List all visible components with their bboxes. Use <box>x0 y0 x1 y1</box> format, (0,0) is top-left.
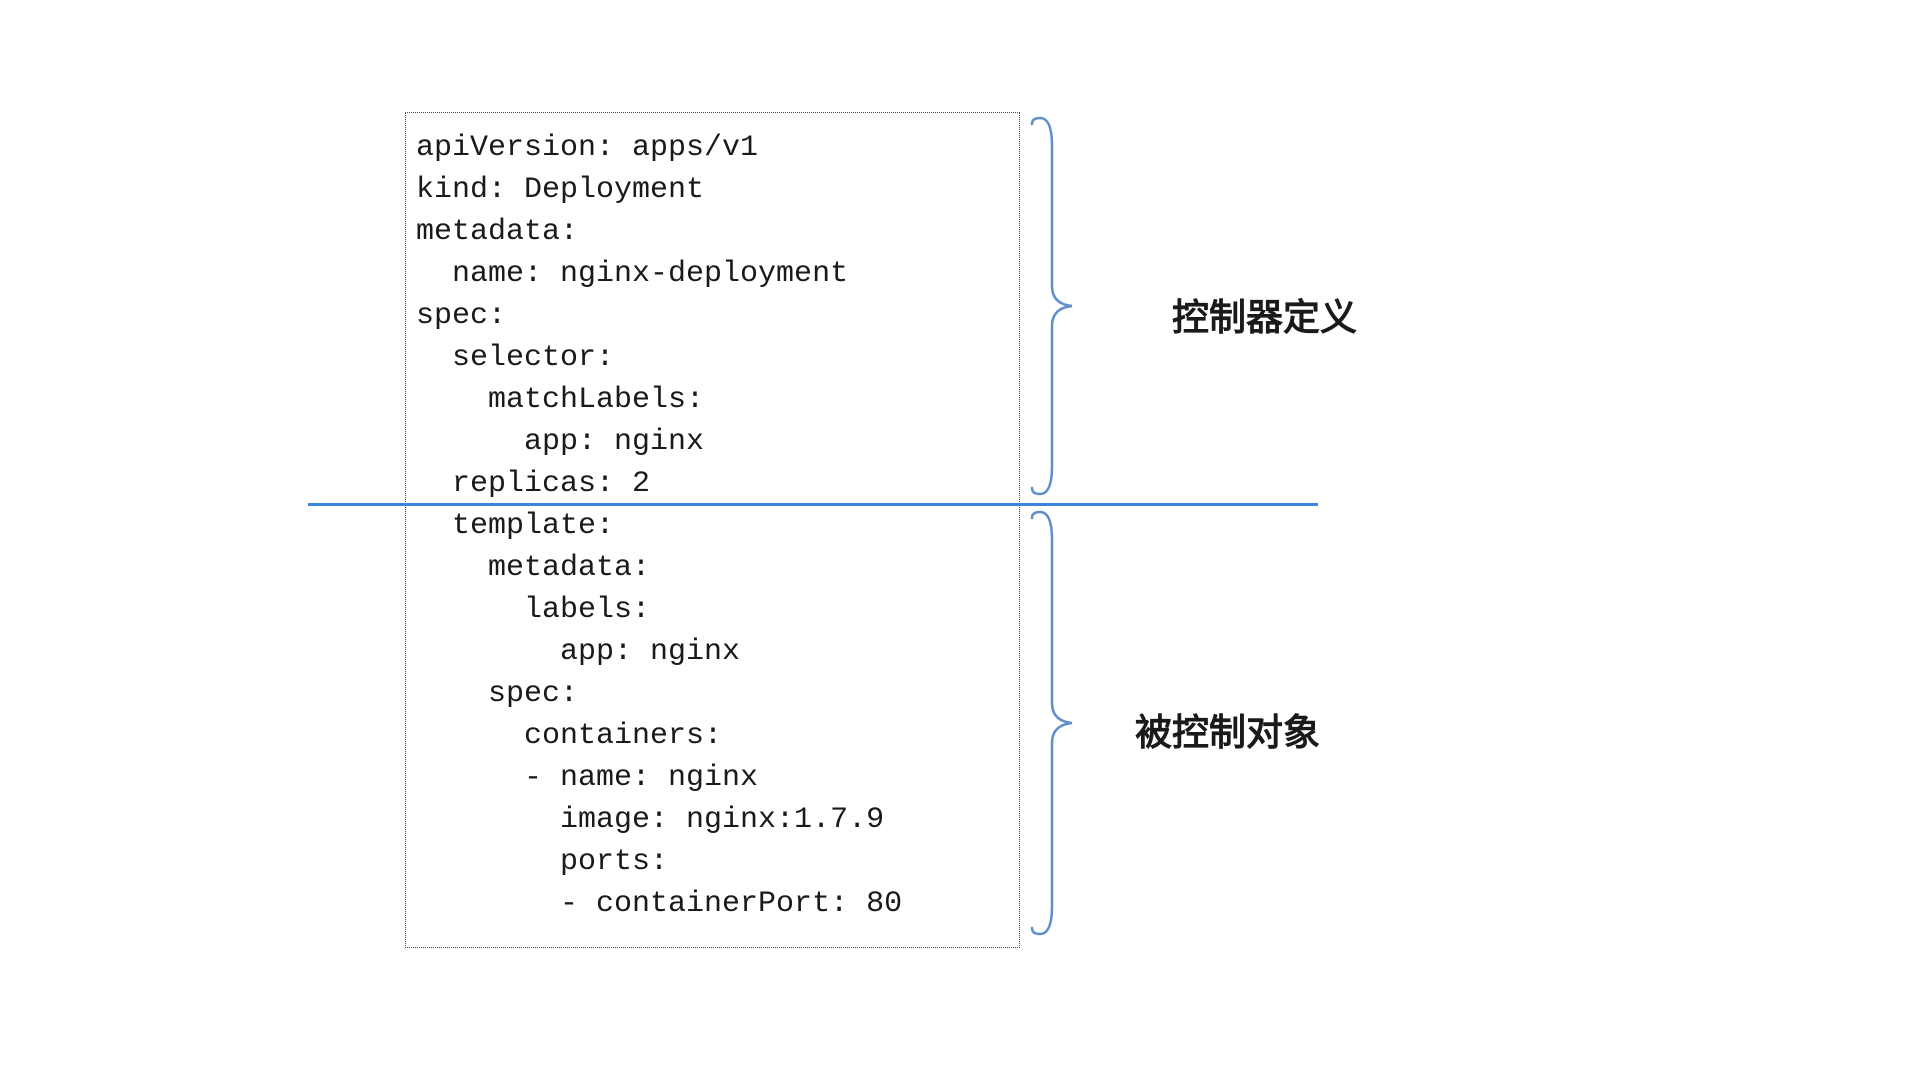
code-line: labels: <box>416 593 650 627</box>
code-line: ports: <box>416 845 668 879</box>
yaml-code-block: apiVersion: apps/v1 kind: Deployment met… <box>405 112 1020 948</box>
code-line: kind: Deployment <box>416 173 704 207</box>
code-line: - containerPort: 80 <box>416 887 902 921</box>
label-controlled-object: 被控制对象 <box>1135 702 1320 756</box>
code-line: name: nginx-deployment <box>416 257 848 291</box>
code-line: replicas: 2 <box>416 467 650 501</box>
code-line: selector: <box>416 341 614 375</box>
code-line: app: nginx <box>416 425 704 459</box>
code-line: metadata: <box>416 551 650 585</box>
code-line: image: nginx:1.7.9 <box>416 803 884 837</box>
brace-bottom-icon <box>1030 510 1080 936</box>
code-line: spec: <box>416 299 506 333</box>
code-line: metadata: <box>416 215 578 249</box>
code-line: apiVersion: apps/v1 <box>416 131 758 165</box>
code-line: template: <box>416 509 614 543</box>
code-line: spec: <box>416 677 578 711</box>
code-line: app: nginx <box>416 635 740 669</box>
section-divider <box>308 503 1318 506</box>
brace-top-icon <box>1030 116 1080 496</box>
code-line: containers: <box>416 719 722 753</box>
label-controller-definition: 控制器定义 <box>1172 287 1357 341</box>
code-line: - name: nginx <box>416 761 758 795</box>
code-line: matchLabels: <box>416 383 704 417</box>
